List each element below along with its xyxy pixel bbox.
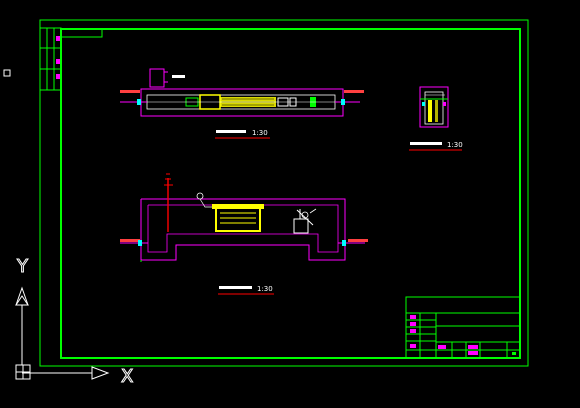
section-view-caption: 1:30 [409, 141, 463, 151]
outer-frame [39, 19, 529, 367]
elevation-equipment [215, 206, 261, 232]
cad-drawing-canvas[interactable]: 1:30 1:30 1:30 Y X [0, 0, 580, 408]
section-pit-outline [419, 86, 449, 128]
binding-strip [39, 27, 103, 91]
elevation-view-scale: 1:30 [257, 285, 273, 293]
plan-view-caption: 1:30 [215, 129, 270, 139]
ucs-x-label: X [121, 366, 133, 387]
section-view-scale: 1:30 [447, 141, 463, 149]
viewport-marker[interactable] [3, 69, 11, 77]
plan-view-scale: 1:30 [252, 129, 268, 137]
elevation-view[interactable] [120, 173, 368, 262]
elevation-pump [293, 218, 309, 234]
plan-view[interactable] [120, 68, 364, 117]
elevation-view-caption: 1:30 [218, 285, 274, 295]
section-view[interactable] [419, 86, 449, 128]
ucs-y-label: Y [16, 256, 29, 277]
sheet-frame [39, 19, 529, 367]
inner-frame [60, 28, 521, 359]
title-block[interactable] [405, 296, 521, 359]
plan-symbol [149, 68, 165, 88]
